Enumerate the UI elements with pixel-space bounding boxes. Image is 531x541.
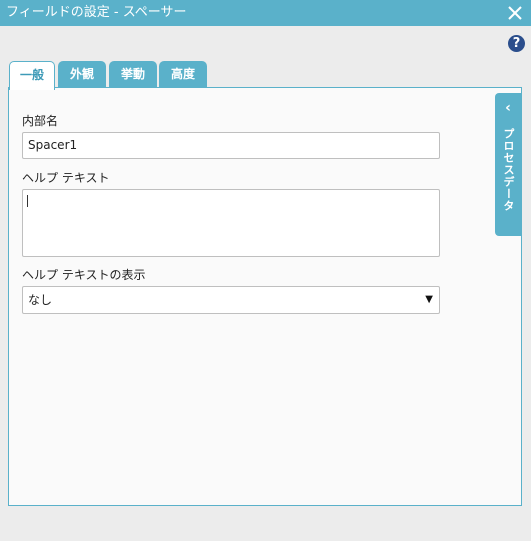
help-text-label: ヘルプ テキスト	[22, 171, 110, 185]
internal-name-input[interactable]: Spacer1	[22, 132, 440, 159]
tab-behavior[interactable]: 挙動	[109, 61, 157, 88]
dropdown-arrow-icon: ▼	[425, 294, 433, 305]
chevron-left-icon: ‹	[505, 100, 511, 116]
help-icon[interactable]: ?	[508, 35, 525, 52]
field-settings-dialog: フィールドの設定 - スペーサー ? 一般 外観 挙動 高度 内部名 Space…	[0, 0, 531, 541]
tab-advanced[interactable]: 高度	[159, 61, 207, 88]
help-display-value: なし	[28, 293, 53, 307]
help-display-select[interactable]: なし ▼	[22, 286, 440, 314]
process-data-label: プロセスデータ	[502, 128, 515, 212]
close-icon[interactable]	[506, 4, 524, 22]
tab-appearance[interactable]: 外観	[58, 61, 106, 88]
help-display-label: ヘルプ テキストの表示	[22, 268, 146, 282]
tab-general[interactable]: 一般	[9, 61, 55, 90]
window-title: フィールドの設定 - スペーサー	[6, 5, 187, 20]
text-caret	[27, 195, 28, 207]
process-data-side-tab[interactable]: ‹ プロセスデータ	[495, 93, 521, 236]
title-bar: フィールドの設定 - スペーサー	[0, 0, 531, 26]
help-text-textarea[interactable]	[22, 189, 440, 257]
internal-name-label: 内部名	[22, 114, 59, 128]
